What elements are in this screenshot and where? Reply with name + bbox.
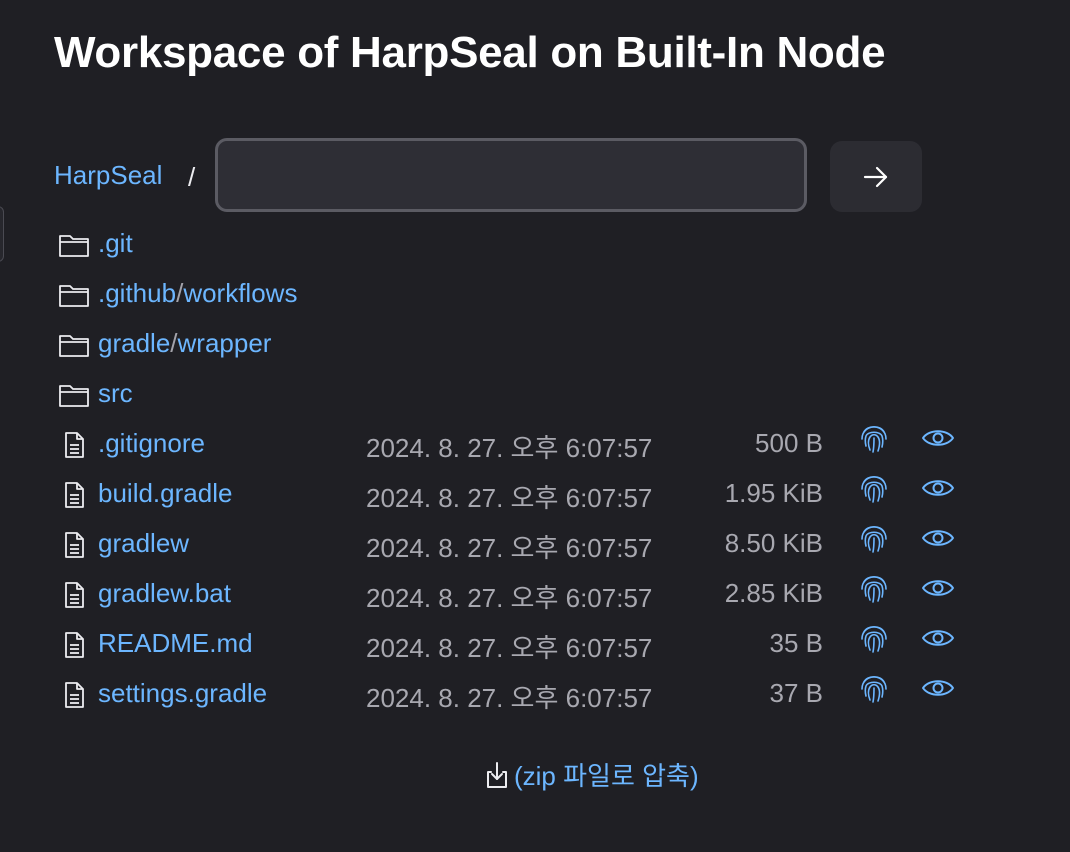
fingerprint-icon[interactable]	[859, 572, 889, 604]
file-row: gradlew 2024. 8. 27. 오후 6:07:57 8.50 KiB	[58, 520, 1018, 570]
file-row: build.gradle 2024. 8. 27. 오후 6:07:57 1.95 …	[58, 470, 1018, 520]
view-eye-icon[interactable]	[921, 576, 955, 600]
directory-name: .git	[98, 228, 133, 259]
file-link[interactable]: build.gradle	[98, 478, 232, 509]
fingerprint-icon[interactable]	[859, 522, 889, 554]
file-size: 8.50 KiB	[724, 528, 823, 558]
folder-icon	[58, 282, 90, 308]
directory-row: .git	[58, 220, 1018, 270]
view-eye-icon[interactable]	[921, 426, 955, 450]
file-row: README.md 2024. 8. 27. 오후 6:07:57 35 B	[58, 620, 1018, 670]
directory-link[interactable]: .github	[98, 278, 176, 308]
side-panel-handle[interactable]	[0, 206, 4, 262]
path-bar: HarpSeal /	[54, 136, 934, 218]
directory-link[interactable]: .git	[98, 228, 133, 258]
file-icon	[58, 532, 90, 558]
file-date: 2024. 8. 27. 오후 6:07:57	[366, 483, 653, 513]
directory-name: gradle/wrapper	[98, 328, 271, 359]
folder-icon	[58, 382, 90, 408]
file-date: 2024. 8. 27. 오후 6:07:57	[366, 533, 653, 563]
file-icon	[58, 632, 90, 658]
workspace-page: Workspace of HarpSeal on Built-In Node H…	[0, 0, 1070, 852]
file-size: 1.95 KiB	[724, 478, 823, 508]
file-row: settings.gradle 2024. 8. 27. 오후 6:07:57 37…	[58, 670, 1018, 720]
directory-link[interactable]: workflows	[183, 278, 297, 308]
fingerprint-icon[interactable]	[859, 422, 889, 454]
directory-name: .github/workflows	[98, 278, 297, 309]
path-input[interactable]	[215, 138, 807, 212]
file-icon	[58, 682, 90, 708]
file-row: gradlew.bat 2024. 8. 27. 오후 6:07:57 2.85 K…	[58, 570, 1018, 620]
directory-row: .github/workflows	[58, 270, 1018, 320]
breadcrumb-root[interactable]: HarpSeal	[54, 160, 162, 191]
file-size: 37 B	[769, 678, 824, 708]
file-link[interactable]: settings.gradle	[98, 678, 267, 709]
view-eye-icon[interactable]	[921, 476, 955, 500]
zip-download-link[interactable]: (zip 파일로 압축)	[484, 756, 699, 793]
file-date: 2024. 8. 27. 오후 6:07:57	[366, 683, 653, 713]
file-link[interactable]: gradlew.bat	[98, 578, 231, 609]
file-date: 2024. 8. 27. 오후 6:07:57	[366, 433, 653, 463]
folder-icon	[58, 232, 90, 258]
file-link[interactable]: README.md	[98, 628, 253, 659]
directory-link[interactable]: src	[98, 378, 133, 408]
download-icon	[487, 761, 507, 788]
fingerprint-icon[interactable]	[859, 622, 889, 654]
directory-row: src	[58, 370, 1018, 420]
file-size: 500 B	[755, 428, 823, 458]
arrow-right-icon	[863, 166, 888, 187]
file-size: 2.85 KiB	[724, 578, 823, 608]
file-date: 2024. 8. 27. 오후 6:07:57	[366, 633, 653, 663]
file-icon	[58, 432, 90, 458]
directory-link[interactable]: wrapper	[178, 328, 272, 358]
zip-download-label: (zip 파일로 압축)	[514, 761, 699, 791]
file-icon	[58, 582, 90, 608]
directory-row: gradle/wrapper	[58, 320, 1018, 370]
file-link[interactable]: gradlew	[98, 528, 189, 559]
file-row: .gitignore 2024. 8. 27. 오후 6:07:57 500 B	[58, 420, 1018, 470]
file-date: 2024. 8. 27. 오후 6:07:57	[366, 583, 653, 613]
path-slash: /	[170, 328, 178, 358]
file-list: .git .github/workflows gradle/wrapper src .g…	[58, 220, 1018, 720]
fingerprint-icon[interactable]	[859, 672, 889, 704]
breadcrumb-separator: /	[188, 162, 196, 192]
view-eye-icon[interactable]	[921, 676, 955, 700]
directory-link[interactable]: gradle	[98, 328, 170, 358]
view-eye-icon[interactable]	[921, 526, 955, 550]
directory-name: src	[98, 378, 133, 409]
file-icon	[58, 482, 90, 508]
fingerprint-icon[interactable]	[859, 472, 889, 504]
file-link[interactable]: .gitignore	[98, 428, 205, 459]
folder-icon	[58, 332, 90, 358]
view-eye-icon[interactable]	[921, 626, 955, 650]
page-title: Workspace of HarpSeal on Built-In Node	[54, 28, 886, 77]
file-size: 35 B	[769, 628, 824, 658]
go-button[interactable]	[830, 141, 922, 212]
